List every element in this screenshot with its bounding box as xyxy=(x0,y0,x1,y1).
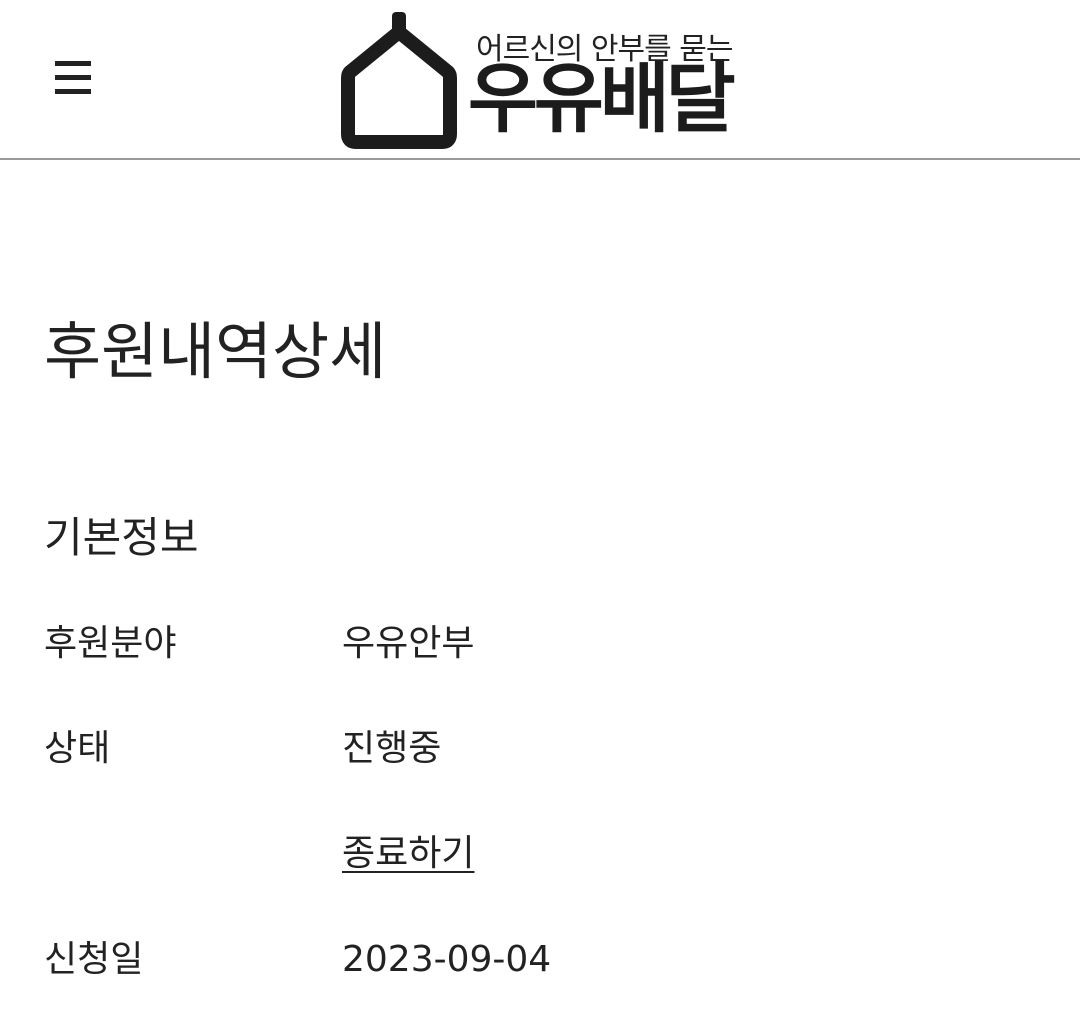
page-title: 후원내역상세 xyxy=(44,315,387,388)
menu-bar xyxy=(55,89,91,94)
field-value-support-area: 우유안부 xyxy=(342,623,475,664)
field-label-status: 상태 xyxy=(44,728,111,769)
end-support-link[interactable]: 종료하기 xyxy=(342,832,474,876)
field-label-support-area: 후원분야 xyxy=(44,623,177,664)
hamburger-menu-icon[interactable] xyxy=(50,55,96,101)
field-value-status: 진행중 xyxy=(342,728,442,769)
house-outline-icon xyxy=(341,12,457,149)
field-value-application-date: 2023-09-04 xyxy=(342,939,552,980)
brand-logo[interactable]: 어르신의 안부를 묻는 우유배달 xyxy=(340,10,760,150)
menu-bar xyxy=(55,61,91,66)
menu-bar xyxy=(55,75,91,80)
app-header: 어르신의 안부를 묻는 우유배달 xyxy=(0,0,1080,160)
logo-name: 우유배달 xyxy=(468,54,736,143)
field-label-application-date: 신청일 xyxy=(44,939,144,980)
section-title-basic-info: 기본정보 xyxy=(44,513,199,562)
